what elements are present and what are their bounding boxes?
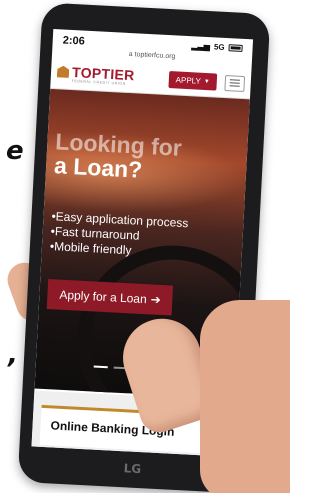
hero-title: Looking for a Loan? [54,128,183,184]
side-text-top: e [6,136,24,166]
apply-label: APPLY [175,75,202,86]
logo-icon [57,65,70,78]
battery-icon [228,44,243,52]
hamburger-menu-button[interactable] [224,74,246,92]
signal-icon: ▂▃▅ [191,41,211,52]
apply-for-loan-button[interactable]: Apply for a Loan ➔ [46,279,174,316]
hamburger-icon [229,79,240,81]
status-time: 2:06 [62,34,86,48]
feature-list: Easy application process Fast turnaround… [50,209,189,261]
cta-label: Apply for a Loan [59,287,148,307]
status-indicators: ▂▃▅ 5G [191,41,243,53]
toptier-logo[interactable]: TOPTIER FEDERAL CREDIT UNION [57,64,135,87]
hamburger-icon-line [229,85,240,87]
side-text-bottom: , [8,340,18,370]
caret-down-icon: ▼ [203,78,210,85]
arrow-right-icon: ➔ [150,292,162,307]
network-label: 5G [213,42,225,52]
right-hand [200,300,290,493]
logo-subtitle: FEDERAL CREDIT UNION [71,79,126,87]
apply-button[interactable]: APPLY ▼ [168,71,218,91]
hamburger-icon-line [229,82,240,84]
